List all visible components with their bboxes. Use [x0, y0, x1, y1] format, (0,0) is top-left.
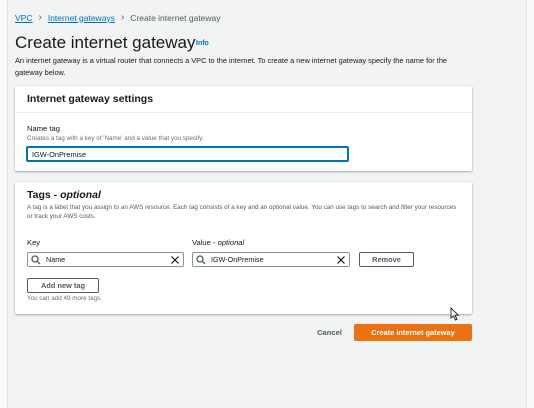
breadcrumb-internet-gateways-link[interactable]: Internet gateways: [48, 13, 115, 23]
breadcrumb: VPC › Internet gateways › Create interne…: [15, 12, 221, 23]
close-icon[interactable]: [170, 255, 180, 265]
search-icon: [31, 254, 41, 264]
key-column-label: Key: [27, 238, 41, 247]
name-tag-hint: Creates a tag with a key of 'Name' and a…: [27, 135, 204, 142]
tags-title-text: Tags -: [27, 189, 61, 201]
remove-tag-button[interactable]: Remove: [359, 252, 414, 267]
close-icon[interactable]: [336, 255, 346, 265]
tags-description: A tag is a label that you assign to an A…: [27, 204, 457, 220]
tag-limit-note: You can add 49 more tags.: [27, 295, 103, 302]
mouse-cursor-icon: [450, 307, 460, 321]
optional-label: optional: [60, 189, 101, 201]
search-icon: [196, 254, 206, 264]
tag-key-input[interactable]: Name: [27, 252, 184, 267]
name-tag-label: Name tag: [27, 124, 60, 133]
window-frame-right: [526, 0, 534, 408]
value-column-label: Value - optional: [192, 238, 244, 247]
panel-title: Internet gateway settings: [27, 93, 154, 105]
tag-value-input[interactable]: IGW-OnPremise: [192, 252, 350, 267]
optional-label: optional: [217, 238, 245, 247]
breadcrumb-current: Create internet gateway: [130, 12, 221, 23]
tags-panel: Tags - optional A tag is a label that yo…: [15, 182, 472, 314]
page-title: Create internet gateway: [15, 33, 196, 52]
info-link[interactable]: Info: [196, 40, 209, 47]
panel-title: Tags - optional: [27, 189, 460, 201]
tag-key-value: Name: [46, 255, 66, 264]
breadcrumb-vpc-link[interactable]: VPC: [15, 13, 32, 23]
chevron-right-icon: ›: [38, 12, 42, 23]
page-description: An internet gateway is a virtual router …: [15, 56, 448, 77]
name-tag-input[interactable]: [26, 146, 349, 162]
panel-header: Tags - optional: [15, 182, 472, 201]
chevron-right-icon: ›: [120, 12, 125, 23]
panel-header: Internet gateway settings: [15, 86, 472, 113]
create-internet-gateway-button[interactable]: Create internet gateway: [354, 324, 472, 341]
window-frame-left: [0, 0, 8, 408]
value-label-text: Value -: [192, 238, 218, 247]
gateway-settings-panel: Internet gateway settings Name tag Creat…: [15, 86, 472, 171]
tag-value-value: IGW-OnPremise: [211, 255, 264, 264]
cancel-button[interactable]: Cancel: [317, 328, 342, 337]
add-new-tag-button[interactable]: Add new tag: [27, 278, 99, 293]
